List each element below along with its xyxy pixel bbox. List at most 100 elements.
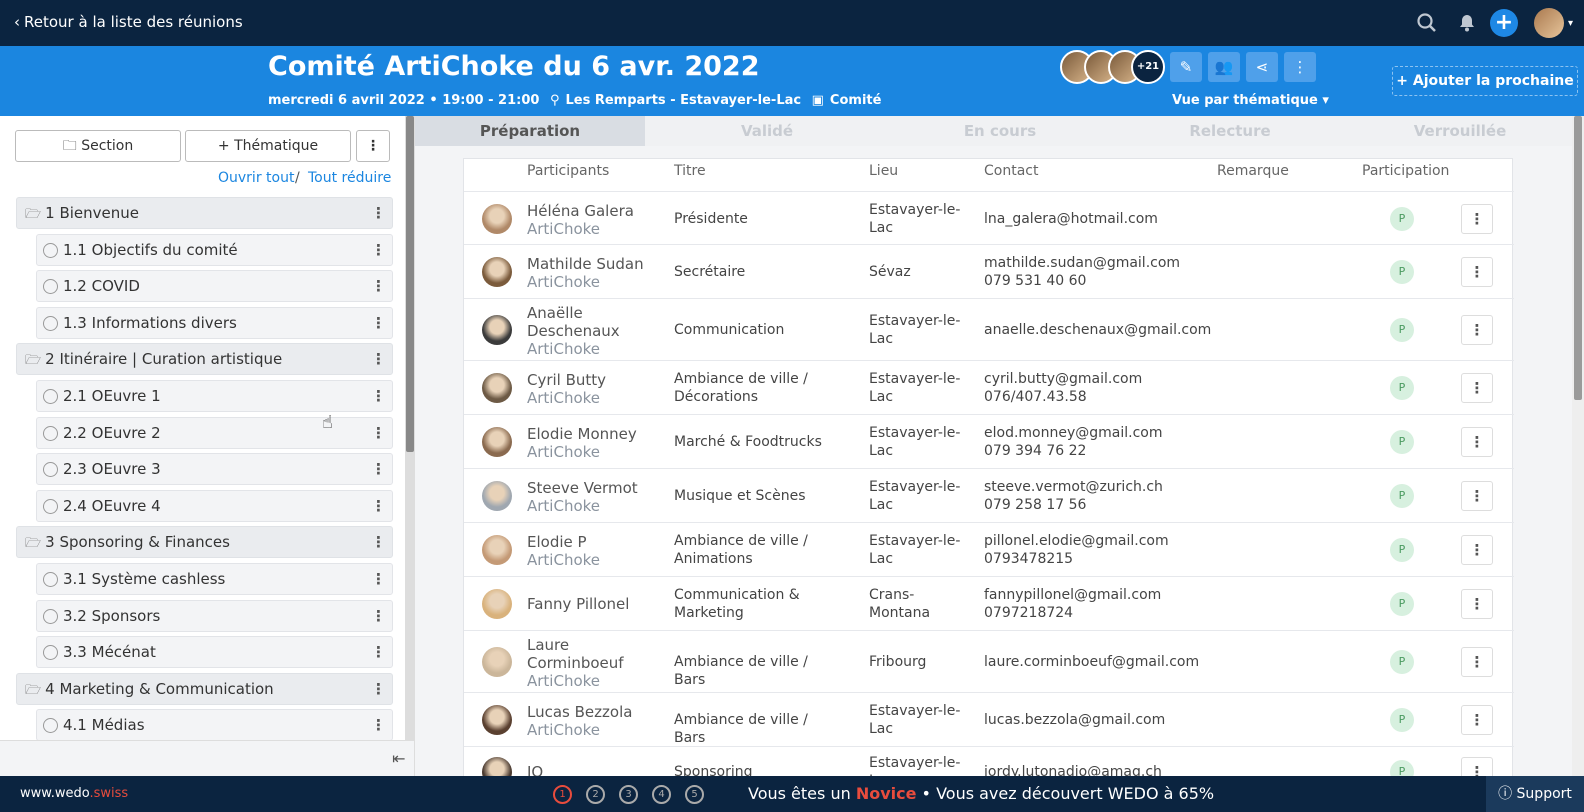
workflow-step[interactable]: Validé [652, 116, 882, 146]
section-menu-icon[interactable]: ⋮ [371, 344, 386, 374]
level-step-5[interactable]: 5 [685, 785, 704, 804]
workflow-step[interactable]: Verrouillée [1345, 116, 1575, 146]
main-scrollbar[interactable] [1572, 116, 1584, 776]
row-menu-icon[interactable]: ⋮ [1461, 315, 1493, 345]
workflow-step[interactable]: Relecture [1115, 116, 1345, 146]
add-next-meeting-button[interactable]: + Ajouter la prochaine [1392, 66, 1578, 96]
section-menu-icon[interactable]: ⋮ [371, 674, 386, 704]
agenda-item[interactable]: 3.3 Mécénat ⋮ [36, 636, 393, 669]
agenda-item[interactable]: 2.3 OEuvre 3 ⋮ [36, 453, 393, 486]
agenda-item[interactable]: 2.2 OEuvre 2 ⋮ [36, 416, 393, 449]
participation-badge[interactable]: P [1390, 376, 1414, 400]
status-circle-icon[interactable] [43, 718, 58, 734]
table-row[interactable]: Elodie P ArtiChoke Ambiance de ville / Ani… [464, 522, 1514, 576]
agenda-item[interactable]: 1.1 Objectifs du comité ⋮ [36, 233, 393, 266]
participation-badge[interactable]: P [1390, 708, 1414, 732]
level-step-3[interactable]: 3 [619, 785, 638, 804]
item-menu-icon[interactable]: ⋮ [371, 271, 386, 301]
contact-email[interactable]: fannypillonel@gmail.com [984, 586, 1214, 604]
participation-badge[interactable]: P [1390, 592, 1414, 616]
item-menu-icon[interactable]: ⋮ [371, 710, 386, 740]
participation-badge[interactable]: P [1390, 538, 1414, 562]
item-menu-icon[interactable]: ⋮ [371, 564, 386, 594]
item-menu-icon[interactable]: ⋮ [371, 601, 386, 631]
row-menu-icon[interactable]: ⋮ [1461, 427, 1493, 457]
table-row[interactable]: JO Sponsoring Estavayer-le-Lac jordy.lutona… [464, 746, 1514, 776]
agenda-section[interactable]: 🗁 2 Itinéraire | Curation artistique ⋮ [16, 343, 393, 376]
row-menu-icon[interactable]: ⋮ [1461, 203, 1493, 234]
item-menu-icon[interactable]: ⋮ [371, 235, 386, 265]
section-menu-icon[interactable]: ⋮ [371, 527, 386, 557]
contact-email[interactable]: anaelle.deschenaux@gmail.com [984, 321, 1214, 339]
row-menu-icon[interactable]: ⋮ [1461, 535, 1493, 565]
agenda-section[interactable]: 🗁 3 Sponsoring & Finances ⋮ [16, 526, 393, 559]
table-row[interactable]: Cyril Butty ArtiChoke Ambiance de ville / … [464, 360, 1514, 414]
participation-badge[interactable]: P [1390, 650, 1414, 674]
status-circle-icon[interactable] [43, 389, 58, 404]
table-row[interactable]: Anaëlle Deschenaux ArtiChoke Communication… [464, 298, 1514, 360]
table-row[interactable]: Steeve Vermot ArtiChoke Musique et Scènes E… [464, 468, 1514, 522]
contact-email[interactable]: steeve.vermot@zurich.ch [984, 478, 1214, 496]
sidebar-scrollbar[interactable] [405, 116, 415, 776]
table-row[interactable]: Héléna Galera ArtiChoke Présidente Estavaye… [464, 191, 1514, 244]
edit-icon[interactable]: ✎ [1170, 52, 1202, 82]
table-row[interactable]: Fanny Pillonel Communication & Marketing C… [464, 576, 1514, 630]
users-icon[interactable]: 👥 [1208, 52, 1240, 82]
status-circle-icon[interactable] [43, 425, 58, 441]
row-menu-icon[interactable]: ⋮ [1461, 589, 1493, 619]
row-menu-icon[interactable]: ⋮ [1461, 705, 1493, 735]
contact-email[interactable]: cyril.butty@gmail.com [984, 370, 1214, 388]
participation-badge[interactable]: P [1390, 260, 1414, 284]
sidebar-more-icon[interactable]: ⋮ [356, 130, 390, 162]
workflow-step[interactable]: En cours [885, 116, 1115, 146]
level-step-2[interactable]: 2 [586, 785, 605, 804]
search-icon[interactable] [1416, 12, 1438, 34]
contact-email[interactable]: mathilde.sudan@gmail.com [984, 254, 1214, 272]
level-step-4[interactable]: 4 [652, 785, 671, 804]
participation-badge[interactable]: P [1390, 318, 1414, 342]
add-topic-button[interactable]: + Thématique [185, 130, 351, 162]
site-link[interactable]: www.wedo.swiss [20, 786, 128, 801]
section-menu-icon[interactable]: ⋮ [371, 198, 386, 228]
view-mode-dropdown[interactable]: Vue par thématique ▾ [1172, 93, 1329, 108]
contact-email[interactable]: lna_galera@hotmail.com [984, 210, 1214, 228]
support-button[interactable]: ⓘ Support [1486, 776, 1584, 812]
contact-email[interactable]: lucas.bezzola@gmail.com [984, 711, 1214, 729]
agenda-section[interactable]: 🗁 1 Bienvenue ⋮ [16, 197, 393, 229]
table-row[interactable]: Mathilde Sudan ArtiChoke Secrétaire Sévaz ma… [464, 244, 1514, 298]
sidebar-scroll-thumb[interactable] [406, 116, 414, 452]
item-menu-icon[interactable]: ⋮ [371, 491, 386, 521]
collapse-all-link[interactable]: Tout réduire [308, 170, 391, 186]
row-menu-icon[interactable]: ⋮ [1461, 481, 1493, 511]
add-section-button[interactable]: 🗀 Section [15, 130, 181, 162]
status-circle-icon[interactable] [43, 279, 58, 295]
contact-email[interactable]: elod.monney@gmail.com [984, 424, 1214, 442]
agenda-item[interactable]: 3.1 Système cashless ⋮ [36, 563, 393, 595]
status-circle-icon[interactable] [43, 498, 58, 514]
contact-email[interactable]: jordy.lutonadio@amag.ch [984, 763, 1214, 776]
item-menu-icon[interactable]: ⋮ [371, 381, 386, 411]
back-to-meetings-link[interactable]: ‹ Retour à la liste des réunions [14, 13, 243, 31]
user-avatar[interactable] [1534, 8, 1564, 38]
agenda-item[interactable]: 4.1 Médias ⋮ [36, 709, 393, 742]
agenda-item[interactable]: 2.4 OEuvre 4 ⋮ [36, 489, 393, 522]
add-button[interactable]: + [1490, 9, 1518, 37]
row-menu-icon[interactable]: ⋮ [1461, 757, 1493, 776]
status-circle-icon[interactable] [43, 572, 58, 587]
row-menu-icon[interactable]: ⋮ [1461, 373, 1493, 403]
item-menu-icon[interactable]: ⋮ [371, 308, 386, 338]
participation-badge[interactable]: P [1390, 206, 1414, 231]
collapse-sidebar-icon[interactable]: ⇤ [392, 749, 405, 768]
bell-icon[interactable] [1456, 12, 1478, 34]
status-circle-icon[interactable] [43, 242, 58, 258]
workflow-step[interactable]: Préparation [415, 116, 645, 146]
participation-badge[interactable]: P [1390, 484, 1414, 508]
table-row[interactable]: Laure Corminboeuf ArtiChoke Ambiance de vi… [464, 630, 1514, 692]
agenda-item[interactable]: 1.3 Informations divers ⋮ [36, 306, 393, 339]
more-options-icon[interactable]: ⋮ [1284, 52, 1316, 82]
contact-email[interactable]: pillonel.elodie@gmail.com [984, 532, 1214, 550]
main-scroll-thumb[interactable] [1574, 116, 1582, 400]
row-menu-icon[interactable]: ⋮ [1461, 257, 1493, 287]
participation-badge[interactable]: P [1390, 760, 1414, 776]
share-icon[interactable]: ⋖ [1246, 52, 1278, 82]
